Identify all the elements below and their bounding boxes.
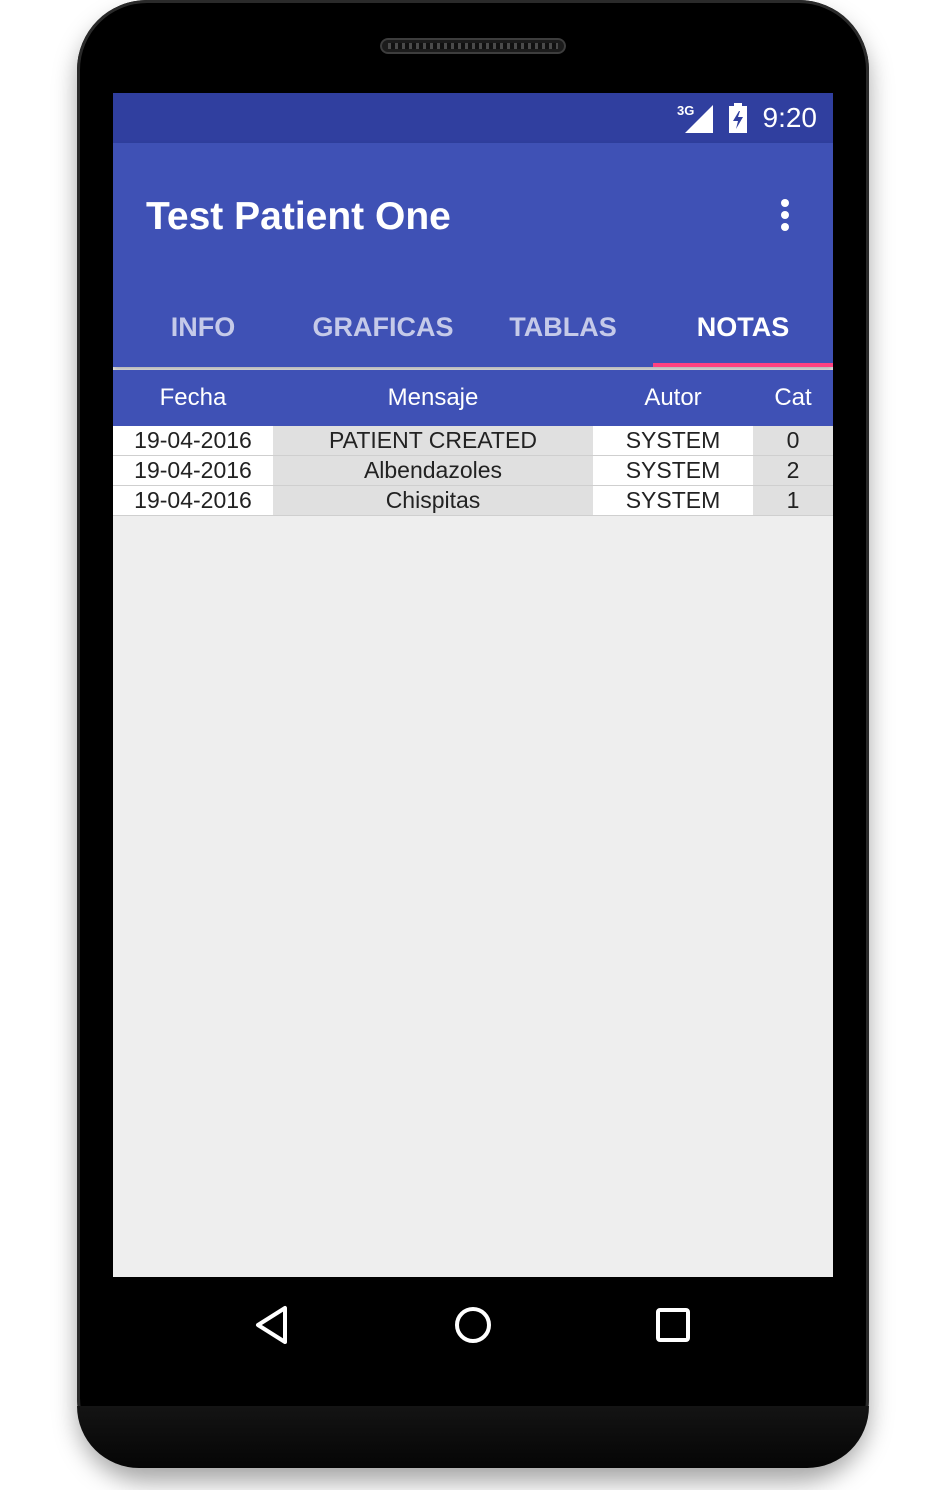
- tab-graficas[interactable]: GRAFICAS: [293, 288, 473, 367]
- status-bar: 3G 9:20: [113, 93, 833, 143]
- tab-indicator: [653, 363, 833, 367]
- navigation-bar: [113, 1277, 833, 1373]
- cell-autor: SYSTEM: [593, 456, 753, 485]
- status-time: 9:20: [762, 102, 818, 133]
- battery-charging-icon: [729, 103, 747, 133]
- cell-mensaje: Chispitas: [273, 486, 593, 515]
- tab-notas[interactable]: NOTAS: [653, 288, 833, 367]
- page-title: Test Patient One: [146, 195, 451, 238]
- screen: 3G 9:20 Test Patient One INFO GRAFICAS T…: [113, 93, 833, 1277]
- column-header-mensaje[interactable]: Mensaje: [273, 370, 593, 426]
- tab-info[interactable]: INFO: [113, 288, 293, 367]
- table-row[interactable]: 19-04-2016 Chispitas SYSTEM 1: [113, 486, 833, 516]
- home-icon[interactable]: [451, 1303, 495, 1347]
- more-vert-icon[interactable]: [773, 195, 797, 235]
- cell-fecha: 19-04-2016: [113, 456, 273, 485]
- signal-icon: [685, 105, 713, 133]
- column-header-cat[interactable]: Cat: [753, 370, 833, 426]
- table-header: Fecha Mensaje Autor Cat: [113, 370, 833, 426]
- column-header-autor[interactable]: Autor: [593, 370, 753, 426]
- cell-autor: SYSTEM: [593, 426, 753, 455]
- tab-tablas[interactable]: TABLAS: [473, 288, 653, 367]
- cell-fecha: 19-04-2016: [113, 426, 273, 455]
- table-row[interactable]: 19-04-2016 PATIENT CREATED SYSTEM 0: [113, 426, 833, 456]
- back-icon[interactable]: [251, 1303, 295, 1347]
- column-header-fecha[interactable]: Fecha: [113, 370, 273, 426]
- app-bar: Test Patient One INFO GRAFICAS TABLAS NO…: [113, 143, 833, 367]
- cell-fecha: 19-04-2016: [113, 486, 273, 515]
- notes-table: 19-04-2016 PATIENT CREATED SYSTEM 0 19-0…: [113, 426, 833, 516]
- phone-speaker: [380, 38, 566, 54]
- cell-mensaje: Albendazoles: [273, 456, 593, 485]
- cell-cat: 0: [753, 426, 833, 455]
- recents-icon[interactable]: [651, 1303, 695, 1347]
- tab-bar: INFO GRAFICAS TABLAS NOTAS: [113, 288, 833, 367]
- cell-cat: 1: [753, 486, 833, 515]
- cell-cat: 2: [753, 456, 833, 485]
- cell-autor: SYSTEM: [593, 486, 753, 515]
- cell-mensaje: PATIENT CREATED: [273, 426, 593, 455]
- table-row[interactable]: 19-04-2016 Albendazoles SYSTEM 2: [113, 456, 833, 486]
- phone-bottom-bezel: [77, 1406, 869, 1468]
